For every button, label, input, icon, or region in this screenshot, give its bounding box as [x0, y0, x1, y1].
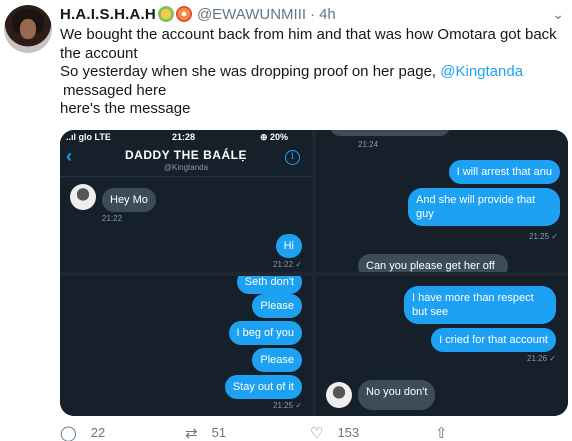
reply-count: 22 [90, 425, 106, 440]
message-time: 21:26 ✓ [527, 354, 556, 363]
like-count: 153 [337, 425, 360, 440]
tweet-actions: ◯ 22 ⇄ 51 ♡ 153 ⇧ [60, 424, 560, 441]
tweet-text: We bought the account back from him and … [60, 26, 566, 119]
message-time: 21:22 ✓ [273, 260, 302, 269]
message-out: Hi [275, 234, 302, 258]
chat-title: DADDY THE BAÁLẸ [125, 148, 247, 162]
retweet-icon: ⇄ [185, 424, 198, 441]
message-out: And she will provide that guy [408, 188, 560, 226]
timestamp[interactable]: 4h [319, 6, 336, 23]
message-out: Stay out of it [224, 375, 302, 399]
reply-icon: ◯ [60, 424, 77, 441]
divider [60, 176, 312, 177]
tweet[interactable]: H.A.I.S.H.A.H @EWAWUNMIII · 4h ⌄ We boug… [0, 0, 572, 441]
screenshot-panel-3[interactable]: Seth don't Please I beg of you Please St… [60, 276, 312, 416]
chat-handle: @Kingtanda [163, 163, 209, 172]
user-handle[interactable]: @EWAWUNMIII [197, 6, 306, 23]
screenshot-panel-4[interactable]: I have more than respect but see I cried… [316, 276, 568, 416]
tweet-line: So yesterday when she was dropping proof… [60, 63, 566, 82]
separator: · [310, 5, 316, 23]
screenshot-panel-2[interactable]: 21:24 I will arrest that anu And she wil… [316, 130, 568, 272]
tweet-line: We bought the account back from him and … [60, 26, 557, 62]
message-out: Please [252, 348, 302, 372]
tweet-header: H.A.I.S.H.A.H @EWAWUNMIII · 4h [60, 5, 336, 23]
message-out-cut: Seth don't [236, 276, 302, 294]
message-out: I beg of you [228, 321, 302, 345]
retweet-button[interactable]: ⇄ 51 [185, 424, 310, 441]
message-in: Hey Mo [102, 188, 156, 212]
message-in: Can you please get her off [358, 254, 508, 272]
avatar[interactable] [4, 5, 52, 53]
message-time: 21:25 ✓ [529, 232, 558, 241]
emoji-icon [157, 6, 174, 22]
chevron-down-icon[interactable]: ⌄ [552, 6, 564, 23]
mention-link[interactable]: @Kingtanda [440, 63, 523, 80]
like-button[interactable]: ♡ 153 [310, 424, 435, 441]
retweet-count: 51 [211, 425, 227, 440]
info-icon: i [285, 150, 300, 165]
reply-button[interactable]: ◯ 22 [60, 424, 185, 441]
status-carrier: ..ıl glo LTE [66, 132, 111, 142]
share-button[interactable]: ⇧ [435, 424, 560, 441]
message-out: I will arrest that anu [448, 160, 560, 184]
status-battery: ⊕ 20% [260, 132, 289, 142]
contact-avatar [326, 382, 352, 408]
screenshot-panel-1[interactable]: ..ıl glo LTE 21:28 ⊕ 20% ‹ DADDY THE BAÁ… [60, 130, 312, 272]
message-time: 21:24 [358, 140, 379, 149]
message-out: I cried for that account [431, 328, 556, 352]
message-out: Please [252, 294, 302, 318]
contact-avatar [70, 184, 96, 210]
display-name[interactable]: H.A.I.S.H.A.H [60, 6, 156, 23]
tweet-line: here's the message [60, 100, 191, 117]
message-time: 21:22 [102, 214, 123, 223]
message-out: I have more than respect but see [404, 286, 556, 324]
lollipop-emoji-icon [175, 6, 192, 22]
share-icon: ⇧ [435, 424, 448, 441]
status-time: 21:28 [172, 132, 196, 142]
heart-icon: ♡ [310, 424, 324, 441]
avatar-face [20, 19, 36, 39]
message-in-cut [330, 130, 450, 136]
tweet-line-text: So yesterday when she was dropping proof… [60, 63, 437, 80]
message-in: No you don't [358, 380, 436, 410]
media-grid[interactable]: ..ıl glo LTE 21:28 ⊕ 20% ‹ DADDY THE BAÁ… [60, 130, 568, 416]
tweet-line: messaged here [63, 81, 167, 99]
message-time: 21:25 ✓ [273, 401, 302, 410]
